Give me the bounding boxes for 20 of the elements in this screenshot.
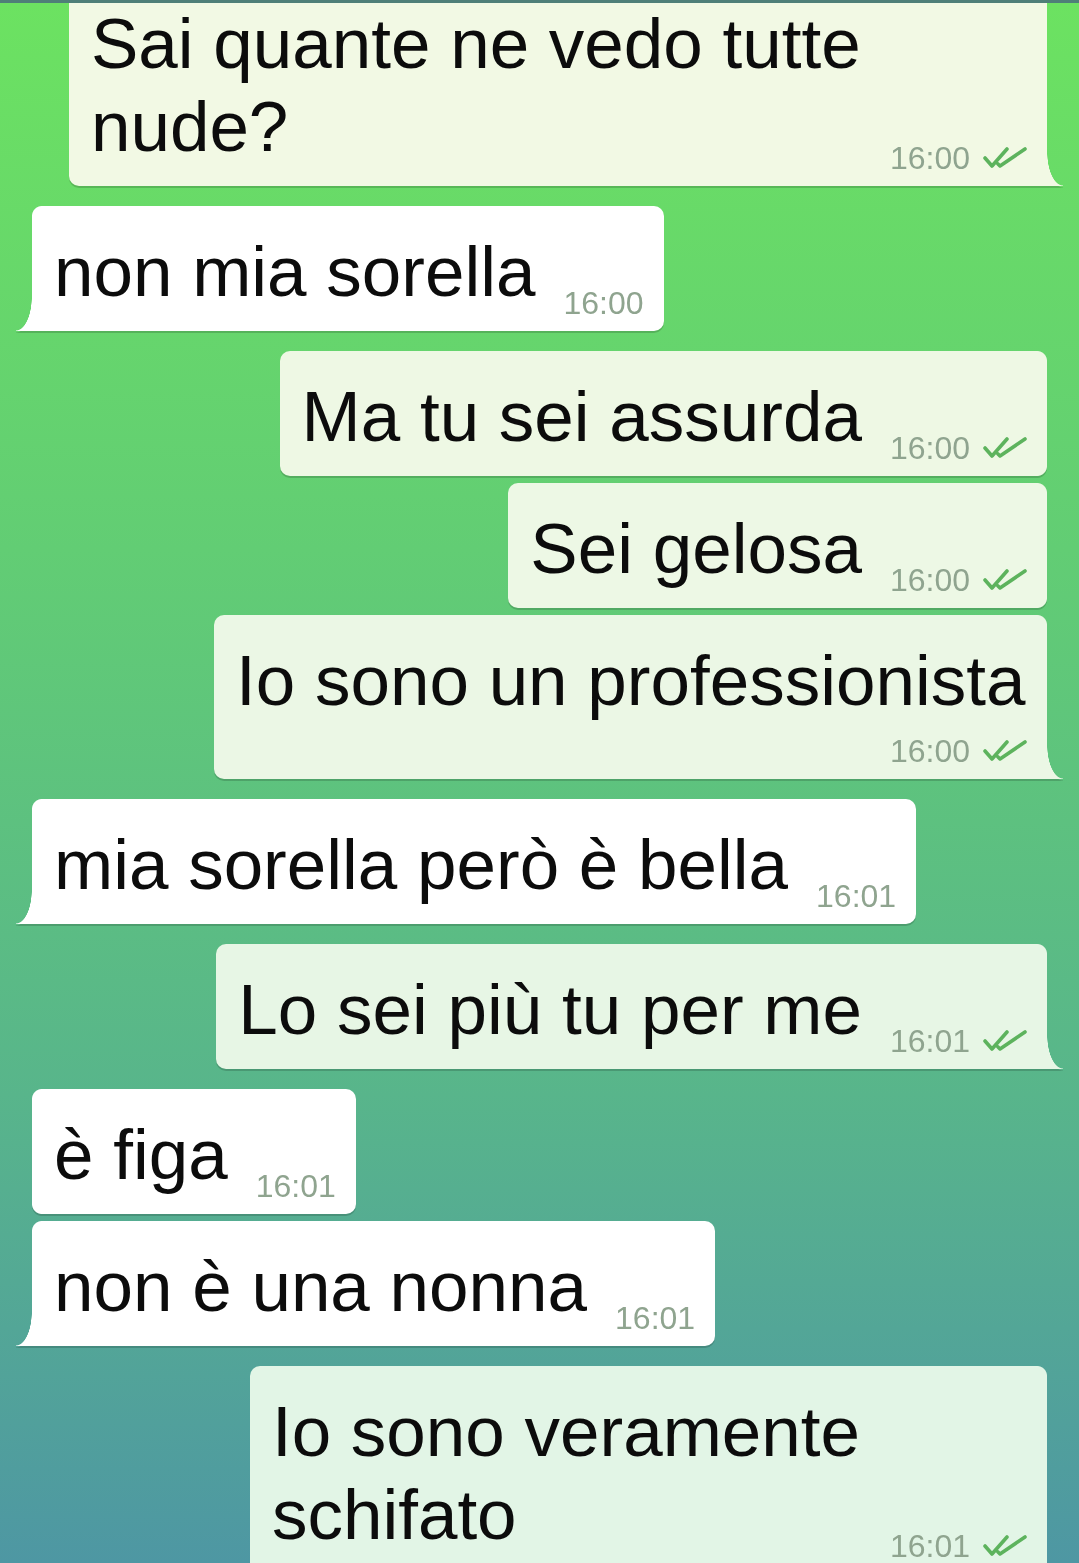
message-text: non è una nonna (54, 1246, 588, 1328)
message-time: 16:01 (255, 1173, 336, 1199)
message-text: è figa (54, 1114, 228, 1196)
message-text: Sei gelosa (530, 508, 862, 590)
message-time: 16:01 (615, 1305, 696, 1331)
message-time: 16:01 (889, 1533, 970, 1559)
message-time: 16:00 (889, 435, 970, 461)
message-text: Io sono un professionista (236, 640, 1026, 722)
message-text: non mia sorella (54, 231, 536, 313)
message-text: Lo sei più tu per me (238, 969, 862, 1051)
message-text: Ma tu sei assurda (301, 376, 862, 458)
message-time: 16:00 (889, 567, 970, 593)
message-time: 16:00 (889, 738, 970, 764)
message-time: 16:00 (889, 145, 970, 171)
message-time: 16:01 (889, 1028, 970, 1054)
message-text: Sai quante ne vedo tutte nude? (90, 3, 862, 168)
message-text: Io sono veramente schifato (271, 1391, 861, 1556)
message-time: 16:00 (563, 290, 644, 316)
message-time: 16:01 (816, 883, 897, 909)
message-text: mia sorella però è bella (54, 824, 789, 906)
